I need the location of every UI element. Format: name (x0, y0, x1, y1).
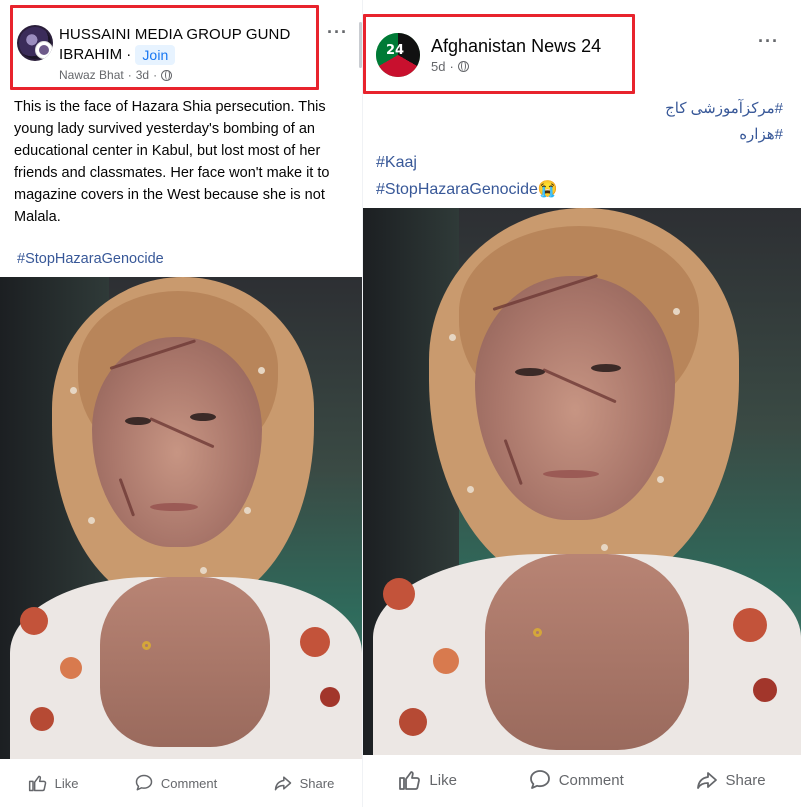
highlight-box-right (363, 14, 635, 94)
more-icon[interactable]: ··· (758, 32, 779, 50)
like-icon (399, 771, 421, 790)
share-label: Share (725, 771, 766, 789)
scrollbar-thumb[interactable] (359, 22, 362, 68)
share-icon (274, 776, 291, 791)
like-icon (28, 775, 46, 792)
ltr-hashtags: #Kaaj #StopHazaraGenocide😭 (376, 149, 558, 203)
comment-label: Comment (160, 775, 218, 791)
screenshot-comparison: HUSSAINI MEDIA GROUP GUND IBRAHIM · Join… (0, 0, 801, 807)
right-post-actions: Like Comment Share (363, 764, 801, 796)
body-line: magazine covers in the West because she … (14, 187, 325, 203)
highlight-box-left (10, 5, 319, 90)
body-line: This is the face of Hazara Shia persecut… (14, 99, 326, 115)
more-icon[interactable]: ··· (327, 23, 348, 41)
body-line: friends and classmates. Her face won't m… (14, 165, 330, 181)
share-label: Share (299, 775, 335, 791)
comment-icon (529, 770, 550, 789)
right-post: 24 Afghanistan News 24 5d · ··· #مرکزآمو… (363, 0, 801, 807)
left-post-body: This is the face of Hazara Shia persecut… (14, 96, 354, 228)
hashtag-link[interactable]: #Kaaj (376, 149, 558, 176)
hashtag-link[interactable]: #هزاره (603, 122, 783, 148)
share-button[interactable]: Share (273, 773, 335, 793)
body-line: young lady survived yesterday's bombing … (14, 121, 315, 137)
body-line: educational center in Kabul, but lost mo… (14, 143, 321, 159)
comment-label: Comment (558, 771, 624, 789)
post-photo[interactable] (0, 277, 362, 759)
post-photo[interactable] (363, 208, 801, 755)
like-button[interactable]: Like (28, 773, 79, 793)
left-post-actions: Like Comment Share (0, 769, 362, 797)
hashtag-link[interactable]: #StopHazaraGenocide (17, 248, 164, 270)
share-button[interactable]: Share (695, 768, 766, 792)
hashtag-link[interactable]: #StopHazaraGenocide😭 (376, 176, 558, 203)
body-line: Malala. (14, 209, 61, 225)
comment-icon (135, 774, 153, 791)
comment-button[interactable]: Comment (134, 773, 217, 793)
share-icon (696, 772, 717, 789)
like-label: Like (429, 771, 457, 789)
hashtag-link[interactable]: #مرکزآموزشی کاج (603, 96, 783, 122)
like-label: Like (54, 775, 79, 791)
like-button[interactable]: Like (398, 768, 457, 792)
comment-button[interactable]: Comment (528, 768, 624, 792)
left-post: HUSSAINI MEDIA GROUP GUND IBRAHIM · Join… (0, 0, 363, 807)
rtl-hashtags: #مرکزآموزشی کاج #هزاره (603, 96, 783, 148)
